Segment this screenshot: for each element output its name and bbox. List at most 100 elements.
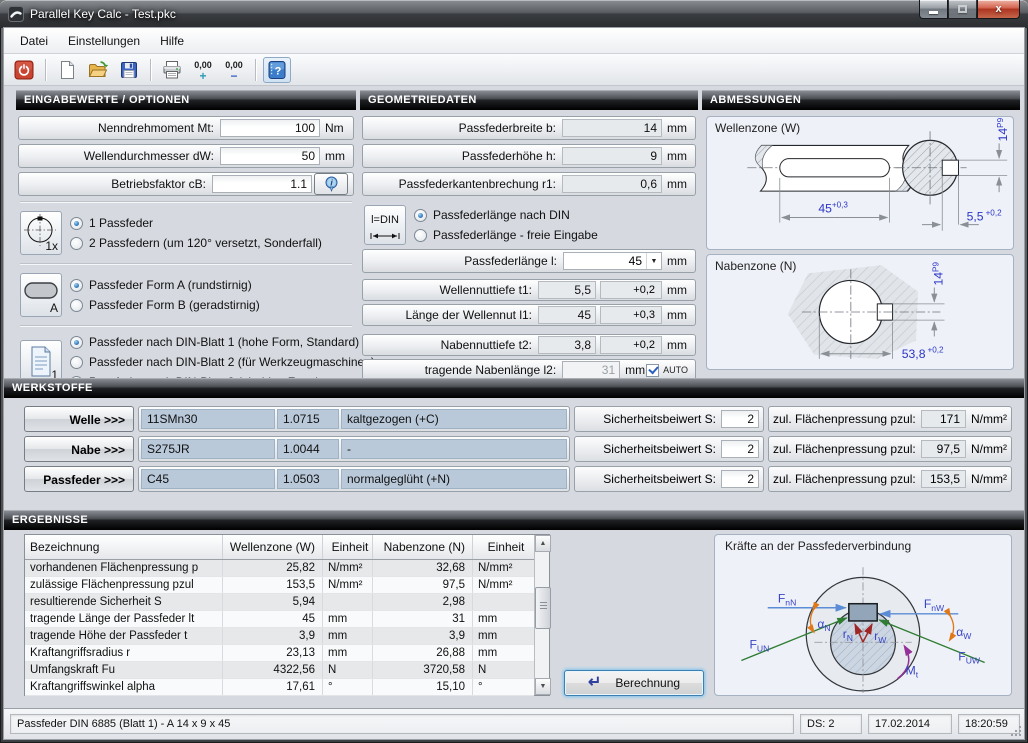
key-width-label: Passfederbreite b: <box>363 121 562 135</box>
results-table-header: Bezeichnung Wellenzone (W) Einheit Naben… <box>25 535 534 560</box>
save-button[interactable] <box>115 57 143 83</box>
shaft-groove-length-field[interactable] <box>538 306 596 324</box>
scrollbar-thumb[interactable] <box>535 587 551 629</box>
table-scrollbar[interactable]: ▲ ▼ <box>534 535 549 695</box>
shaft-groove-length-unit: mm <box>662 308 692 322</box>
main-content: EINGABEWERTE / OPTIONEN Nenndrehmoment M… <box>4 86 1024 708</box>
key-length-label: Passfederlänge l: <box>363 254 563 268</box>
hub-pressure-value: 97,5 <box>921 440 966 458</box>
info-button[interactable]: i <box>314 173 348 195</box>
svg-text:FnW: FnW <box>924 597 945 613</box>
key-pressure-label: zul. Flächenpressung pzul: <box>773 472 921 486</box>
section-header-geometry: GEOMETRIEDATEN <box>360 90 698 110</box>
close-icon: x <box>995 3 1001 15</box>
radio-din-sheet-2-label: Passfeder nach DIN-Blatt 2 (für Werkzeug… <box>89 355 375 369</box>
titlebar: Parallel Key Calc - Test.pkc x <box>0 0 1028 28</box>
radio-icon <box>414 209 427 222</box>
key-chamfer-field[interactable] <box>562 175 662 193</box>
key-width-field[interactable] <box>562 119 662 137</box>
key-material-fields: C45 1.0503 normalgeglüht (+N) <box>138 466 570 492</box>
hub-material-name: S275JR <box>141 439 275 459</box>
hub-carrying-length-label: tragende Nabenlänge l2: <box>363 363 562 377</box>
key-pressure-value: 153,5 <box>921 470 966 488</box>
shaft-safety-label: Sicherheitsbeiwert S: <box>579 412 721 426</box>
toolbar-separator <box>255 59 256 81</box>
key-safety-input[interactable] <box>721 470 759 488</box>
print-button[interactable] <box>158 57 186 83</box>
open-file-button[interactable] <box>84 57 112 83</box>
hub-zone-panel: Nabenzone (N) <box>706 254 1014 370</box>
auto-label: AUTO <box>663 365 688 375</box>
help-button[interactable]: ? <box>263 57 291 83</box>
hub-pressure-unit: N/mm² <box>966 442 1007 456</box>
results-table: Bezeichnung Wellenzone (W) Einheit Naben… <box>24 534 550 696</box>
shaft-groove-length-label: Länge der Wellennut l1: <box>363 308 538 322</box>
key-length-value[interactable] <box>564 253 646 269</box>
new-file-button[interactable] <box>53 57 81 83</box>
scroll-down-icon[interactable]: ▼ <box>535 678 551 695</box>
resize-grip[interactable] <box>1010 725 1022 737</box>
radio-two-keys[interactable]: 2 Passfedern (um 120° versetzt, Sonderfa… <box>70 236 322 250</box>
shaft-groove-depth-tolerance[interactable] <box>600 281 662 299</box>
col-nabenzone: Nabenzone (N) <box>373 535 473 559</box>
status-result-text: Passfeder DIN 6885 (Blatt 1) - A 14 x 9 … <box>10 714 794 734</box>
radio-one-key-label: 1 Passfeder <box>89 216 153 230</box>
radio-form-a-label: Passfeder Form A (rundstirnig) <box>89 278 252 292</box>
hub-carrying-length-unit: mm <box>620 363 646 377</box>
close-button[interactable]: x <box>977 0 1020 19</box>
material-row-key: Passfeder >>> C45 1.0503 normalgeglüht (… <box>24 466 1012 492</box>
key-chamfer-label: Passfederkantenbrechung r1: <box>363 177 562 191</box>
radio-length-din[interactable]: Passfederlänge nach DIN <box>414 208 598 222</box>
decimals-decrease-button[interactable]: 0,00 − <box>220 57 248 83</box>
shaft-groove-depth-field[interactable] <box>538 281 596 299</box>
hub-safety-input[interactable] <box>721 440 759 458</box>
statusbar: Passfeder DIN 6885 (Blatt 1) - A 14 x 9 … <box>4 708 1024 739</box>
shaft-diameter-input[interactable] <box>220 147 320 165</box>
radio-din-sheet-2[interactable]: Passfeder nach DIN-Blatt 2 (für Werkzeug… <box>70 355 375 369</box>
auto-checkbox[interactable] <box>646 364 659 377</box>
radio-form-a[interactable]: Passfeder Form A (rundstirnig) <box>70 278 260 292</box>
radio-one-key[interactable]: 1 Passfeder <box>70 216 322 230</box>
key-pressure-unit: N/mm² <box>966 472 1007 486</box>
app-icon[interactable] <box>8 6 24 22</box>
service-factor-input[interactable] <box>212 175 312 193</box>
section-header-results: ERGEBNISSE <box>4 510 1024 530</box>
scroll-up-icon[interactable]: ▲ <box>535 535 551 552</box>
hub-material-button[interactable]: Nabe >>> <box>24 436 134 462</box>
radio-din-sheet-1[interactable]: Passfeder nach DIN-Blatt 1 (hohe Form, S… <box>70 335 375 349</box>
chevron-down-icon[interactable]: ▼ <box>646 253 661 269</box>
key-safety-row: Sicherheitsbeiwert S: <box>574 466 764 492</box>
shaft-groove-depth-label: Wellennuttiefe t1: <box>363 283 538 297</box>
menu-hilfe[interactable]: Hilfe <box>150 30 194 52</box>
shaft-zone-panel: Wellenzone (W) <box>706 116 1014 250</box>
radio-length-free[interactable]: Passfederlänge - freie Eingabe <box>414 228 598 242</box>
shaft-material-button[interactable]: Welle >>> <box>24 406 134 432</box>
force-diagram: FnN FnW FUN FUW αN αW rN rW Mt <box>715 555 1011 695</box>
key-height-field[interactable] <box>562 147 662 165</box>
svg-text:14P9: 14P9 <box>996 117 1010 141</box>
key-length-mode-group: l=DIN Passfederlänge nach DIN Passfederl… <box>362 200 696 249</box>
decimals-increase-button[interactable]: 0,00 + <box>189 57 217 83</box>
key-length-combobox[interactable]: ▼ <box>563 252 662 270</box>
minimize-button[interactable] <box>919 0 948 19</box>
torque-input[interactable] <box>220 119 320 137</box>
radio-form-b[interactable]: Passfeder Form B (geradstirnig) <box>70 298 260 312</box>
shaft-groove-length-tolerance[interactable] <box>600 306 662 324</box>
svg-text:FUN: FUN <box>749 637 769 653</box>
hub-zone-label: Nabenzone (N) <box>715 259 796 273</box>
svg-text:αW: αW <box>956 625 972 641</box>
help-book-icon: ? <box>267 60 287 80</box>
key-material-button[interactable]: Passfeder >>> <box>24 466 134 492</box>
torque-label: Nenndrehmoment Mt: <box>19 121 220 135</box>
menubar: Datei Einstellungen Hilfe <box>4 28 1024 54</box>
exit-button[interactable] <box>10 57 38 83</box>
maximize-icon <box>958 5 967 13</box>
material-row-hub: Nabe >>> S275JR 1.0044 - Sicherheitsbeiw… <box>24 436 1012 462</box>
hub-groove-depth-tolerance[interactable] <box>600 336 662 354</box>
calculate-button[interactable]: ↵ Berechnung <box>564 670 704 696</box>
shaft-safety-input[interactable] <box>721 410 759 428</box>
menu-datei[interactable]: Datei <box>10 30 58 52</box>
hub-groove-depth-field[interactable] <box>538 336 596 354</box>
minimize-icon <box>929 11 938 14</box>
menu-einstellungen[interactable]: Einstellungen <box>58 30 150 52</box>
